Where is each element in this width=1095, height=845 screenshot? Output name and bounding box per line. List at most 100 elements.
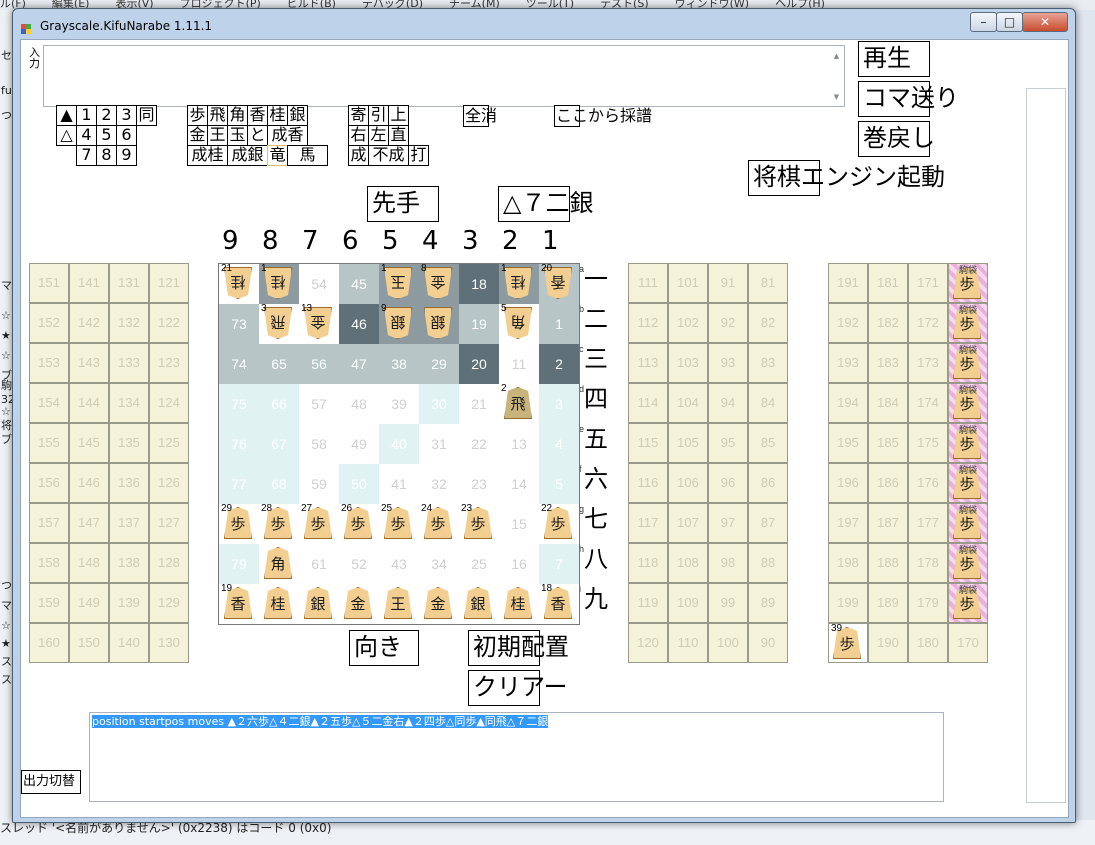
board-square[interactable]: 47 (339, 344, 379, 384)
scroll-down-icon[interactable]: ▼ (832, 93, 841, 102)
board-square[interactable]: 香 19 (219, 584, 259, 624)
piece-icon[interactable]: 銀 (464, 587, 492, 619)
hand-square[interactable]: 160 (29, 623, 69, 663)
hand-square[interactable]: 108 (668, 543, 708, 583)
piece-key[interactable]: 馬 (287, 145, 328, 166)
hand-square[interactable]: 156 (29, 463, 69, 503)
board-square[interactable]: 香 20 (539, 264, 579, 304)
output-switch-button[interactable]: 出力切替 (21, 770, 81, 794)
engine-start-button[interactable]: 将棋エンジン起動 (748, 160, 945, 196)
keypad-key[interactable]: 5 (96, 125, 117, 146)
hand-square[interactable]: 188 (868, 543, 908, 583)
title-bar[interactable]: Grayscale.KifuNarabe 1.11.1 – □ ✕ (13, 9, 1075, 39)
hand-square[interactable]: 歩 39 (828, 623, 868, 663)
hand-square[interactable]: 歩駒袋 (948, 543, 988, 583)
board-square[interactable]: 74 (219, 344, 259, 384)
modifier-key[interactable]: 成 (348, 145, 369, 166)
board-square[interactable]: 25 (459, 544, 499, 584)
hand-square[interactable]: 歩駒袋 (948, 423, 988, 463)
piece-icon[interactable]: 玉 (384, 267, 412, 299)
hand-square[interactable]: 132 (109, 303, 149, 343)
board-square[interactable]: 32 (419, 464, 459, 504)
hand-square[interactable]: 190 (868, 623, 908, 663)
hand-square[interactable]: 178 (908, 543, 948, 583)
piece-icon[interactable]: 桂 (264, 267, 292, 299)
hand-square[interactable]: 184 (868, 383, 908, 423)
hand-square[interactable]: 104 (668, 383, 708, 423)
piece-icon[interactable]: 金 (424, 587, 452, 619)
hand-square[interactable]: 171 (908, 263, 948, 303)
hand-square[interactable]: 180 (908, 623, 948, 663)
scroll-up-icon[interactable]: ▲ (832, 52, 841, 61)
piece-icon[interactable]: 飛 (264, 307, 292, 339)
board-square[interactable]: 57 (299, 384, 339, 424)
modifier-key[interactable]: 上 (388, 105, 409, 126)
keypad-key[interactable]: 1 (76, 105, 97, 126)
hand-square[interactable]: 196 (828, 463, 868, 503)
hand-square[interactable]: 121 (149, 263, 189, 303)
play-button[interactable]: 再生 (858, 41, 930, 77)
hand-square[interactable]: 177 (908, 503, 948, 543)
hand-square[interactable]: 199 (828, 583, 868, 623)
hand-square[interactable]: 83 (748, 343, 788, 383)
piece-key[interactable]: 香 (247, 105, 268, 126)
board-square[interactable]: 30 (419, 384, 459, 424)
hand-square[interactable]: 116 (628, 463, 668, 503)
hand-square[interactable]: 179 (908, 583, 948, 623)
hand-square[interactable]: 96 (708, 463, 748, 503)
board-square[interactable]: 歩 22 (539, 504, 579, 544)
board-square[interactable]: 66 (259, 384, 299, 424)
hand-square[interactable]: 107 (668, 503, 708, 543)
keypad-key[interactable]: 8 (96, 145, 117, 166)
board-square[interactable]: 39 (379, 384, 419, 424)
keypad-key[interactable]: 2 (96, 105, 117, 126)
board-square[interactable]: 29 (419, 344, 459, 384)
board-square[interactable]: 20 (459, 344, 499, 384)
board-square[interactable]: 50 (339, 464, 379, 504)
board-square[interactable]: 桂 21 (219, 264, 259, 304)
hand-square[interactable]: 127 (149, 503, 189, 543)
board-square[interactable]: 金 13 (299, 304, 339, 344)
hand-square[interactable]: 123 (149, 343, 189, 383)
board-square[interactable]: 61 (299, 544, 339, 584)
hand-square[interactable]: 143 (69, 343, 109, 383)
piece-icon[interactable]: 銀 (304, 587, 332, 619)
board-square[interactable]: 角 (259, 544, 299, 584)
hand-square[interactable]: 111 (628, 263, 668, 303)
hand-square[interactable]: 117 (628, 503, 668, 543)
hand-square[interactable]: 159 (29, 583, 69, 623)
board-square[interactable]: 歩 28 (259, 504, 299, 544)
board-square[interactable]: 48 (339, 384, 379, 424)
piece-key[interactable]: と (247, 125, 268, 146)
board-square[interactable]: 4 (539, 424, 579, 464)
board-square[interactable]: 34 (419, 544, 459, 584)
hand-square[interactable]: 105 (668, 423, 708, 463)
last-move-button[interactable]: △７二銀 (498, 186, 593, 222)
piece-key[interactable]: 角 (227, 105, 248, 126)
hand-square[interactable]: 174 (908, 383, 948, 423)
keypad-key[interactable]: △ (56, 125, 77, 146)
piece-icon[interactable]: 角 (264, 547, 292, 579)
hand-square[interactable]: 114 (628, 383, 668, 423)
hand-square[interactable]: 130 (149, 623, 189, 663)
board-square[interactable]: 54 (299, 264, 339, 304)
hand-square[interactable]: 歩駒袋 (948, 463, 988, 503)
hand-square[interactable]: 134 (109, 383, 149, 423)
hand-square[interactable]: 119 (628, 583, 668, 623)
board-square[interactable]: 金 (419, 584, 459, 624)
hand-square[interactable]: 175 (908, 423, 948, 463)
board-square[interactable]: 玉1 (379, 264, 419, 304)
modifier-key[interactable]: 寄 (348, 105, 369, 126)
hand-square[interactable]: 144 (69, 383, 109, 423)
board-square[interactable]: 香 18 (539, 584, 579, 624)
hand-square[interactable]: 131 (109, 263, 149, 303)
hand-square[interactable]: 141 (69, 263, 109, 303)
hand-square[interactable]: 81 (748, 263, 788, 303)
board-square[interactable]: 23 (459, 464, 499, 504)
keypad-key[interactable]: ▲ (56, 105, 77, 126)
board-square[interactable]: 歩 24 (419, 504, 459, 544)
hand-square[interactable]: 103 (668, 343, 708, 383)
board-square[interactable]: 68 (259, 464, 299, 504)
hand-square[interactable]: 95 (708, 423, 748, 463)
hand-square[interactable]: 85 (748, 423, 788, 463)
